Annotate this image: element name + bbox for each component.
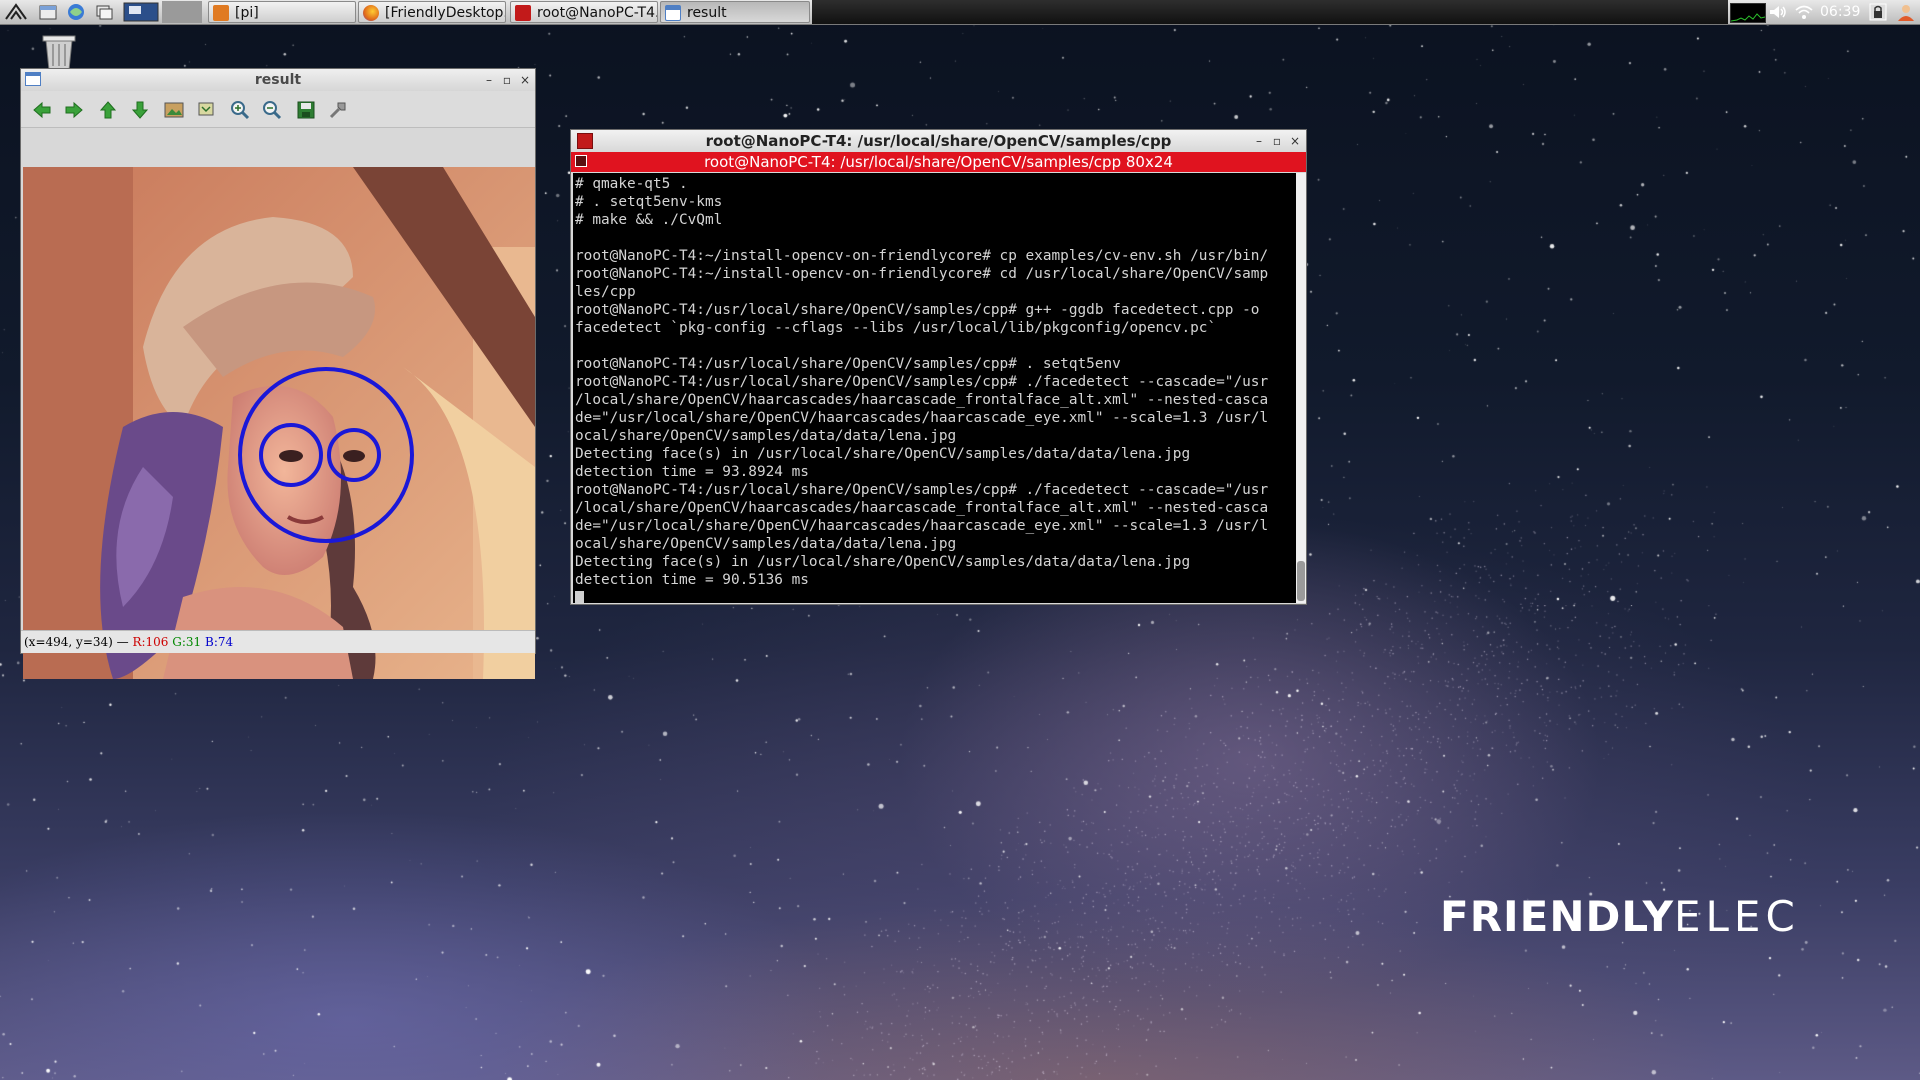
terminal-window[interactable]: root@NanoPC-T4: /usr/local/share/OpenCV/… — [570, 129, 1307, 605]
show-desktop-icon[interactable] — [90, 1, 118, 23]
wifi-icon[interactable] — [1792, 0, 1816, 24]
terminal-tab[interactable]: root@NanoPC-T4: /usr/local/share/OpenCV/… — [571, 152, 1306, 172]
terminal-line: # qmake-qt5 . — [575, 176, 688, 192]
terminal-output[interactable]: # qmake-qt5 . # . setqt5env-kms # make && … — [573, 173, 1296, 603]
workspace-2[interactable] — [162, 1, 202, 23]
minimize-button[interactable]: – — [1251, 133, 1267, 149]
task-label: [FriendlyDesktop... — [385, 5, 506, 21]
pixel-coords: (x=494, y=34) — — [24, 635, 133, 649]
terminal-tab-label: root@NanoPC-T4: /usr/local/share/OpenCV/… — [704, 153, 1173, 171]
cpu-monitor[interactable] — [1730, 3, 1766, 23]
clock[interactable]: 06:39 — [1820, 0, 1860, 24]
terminal-line: facedetect `pkg-config --cflags --libs /… — [575, 320, 1217, 336]
task-label: [pi] — [235, 5, 259, 21]
task-label: root@NanoPC-T4... — [537, 5, 658, 21]
pixel-status-bar: (x=494, y=34) — R:106 G:31 B:74 — [21, 630, 535, 653]
terminal-line: ocal/share/OpenCV/samples/data/data/lena… — [575, 428, 957, 444]
image-toolbar — [21, 91, 535, 128]
terminal-line: detection time = 93.8924 ms — [575, 464, 809, 480]
forward-arrow-icon[interactable] — [63, 99, 85, 121]
menu-icon[interactable] — [2, 1, 30, 23]
terminal-titlebar[interactable]: root@NanoPC-T4: /usr/local/share/OpenCV/… — [571, 130, 1306, 152]
firefox-icon — [363, 5, 379, 21]
pixel-r-value: R:106 — [132, 635, 169, 649]
result-titlebar[interactable]: result – ▫ × — [21, 69, 535, 91]
terminal-line: les/cpp — [575, 284, 636, 300]
properties-icon[interactable] — [327, 99, 349, 121]
folder-icon — [213, 5, 229, 21]
terminal-line: de="/usr/local/share/OpenCV/haarcascades… — [575, 518, 1269, 534]
close-button[interactable]: × — [517, 72, 533, 88]
terminal-line: root@NanoPC-T4:~/install-opencv-on-frien… — [575, 248, 1269, 264]
close-button[interactable]: × — [1287, 133, 1303, 149]
up-arrow-icon[interactable] — [97, 99, 119, 121]
terminal-line: root@NanoPC-T4:~/install-opencv-on-frien… — [575, 266, 1269, 282]
task-terminal[interactable]: root@NanoPC-T4... — [510, 1, 658, 23]
scrollbar-thumb[interactable] — [1297, 561, 1305, 601]
zoom-out-icon[interactable] — [261, 99, 283, 121]
zoom-fit-icon[interactable] — [195, 99, 217, 121]
terminal-line: de="/usr/local/share/OpenCV/haarcascades… — [575, 410, 1269, 426]
terminal-line: detection time = 90.5136 ms — [575, 572, 809, 588]
image-icon[interactable] — [163, 99, 185, 121]
volume-icon[interactable] — [1766, 0, 1790, 24]
save-icon[interactable] — [295, 99, 317, 121]
pixel-g-value: G:31 — [172, 635, 202, 649]
terminal-line: Detecting face(s) in /usr/local/share/Op… — [575, 554, 1191, 570]
taskbar-spacer — [812, 0, 1728, 24]
terminal-scrollbar[interactable] — [1296, 173, 1306, 603]
window-title: result — [254, 72, 302, 88]
terminal-line: root@NanoPC-T4:/usr/local/share/OpenCV/s… — [575, 356, 1121, 372]
detection-image[interactable] — [23, 167, 535, 679]
terminal-line: Detecting face(s) in /usr/local/share/Op… — [575, 446, 1191, 462]
window-icon — [665, 5, 681, 21]
terminal-line: /local/share/OpenCV/haarcascades/haarcas… — [575, 500, 1269, 516]
terminal-line: root@NanoPC-T4:/usr/local/share/OpenCV/s… — [575, 302, 1260, 318]
terminal-line: root@NanoPC-T4:/usr/local/share/OpenCV/s… — [575, 482, 1269, 498]
result-window[interactable]: result – ▫ × (x=494, y=34) — R:106 G:31 … — [20, 68, 536, 679]
terminal-line: root@NanoPC-T4:/usr/local/share/OpenCV/s… — [575, 374, 1269, 390]
task-file-manager[interactable]: [pi] — [208, 1, 356, 23]
browser-icon[interactable] — [62, 1, 90, 23]
terminal-icon — [515, 5, 531, 21]
pixel-b-value: B:74 — [205, 635, 234, 649]
taskbar: [pi] [FriendlyDesktop... root@NanoPC-T4.… — [0, 0, 1920, 25]
terminal-line: /local/share/OpenCV/haarcascades/haarcas… — [575, 392, 1269, 408]
logo-part-1: FRIENDLY — [1440, 892, 1674, 941]
terminal-line: # make && ./CvQml — [575, 212, 723, 228]
lock-screen-icon[interactable] — [1866, 0, 1890, 24]
maximize-button[interactable]: ▫ — [499, 72, 515, 88]
user-icon[interactable] — [1894, 0, 1918, 24]
workspace-switcher[interactable] — [122, 1, 160, 23]
terminal-line: # . setqt5env-kms — [575, 194, 723, 210]
friendlyelec-logo: FRIENDLYELEC — [1440, 892, 1800, 941]
logo-part-2: ELEC — [1674, 892, 1800, 941]
zoom-in-icon[interactable] — [229, 99, 251, 121]
task-result[interactable]: result — [660, 1, 810, 23]
terminal-cursor — [575, 591, 584, 603]
terminal-title: root@NanoPC-T4: /usr/local/share/OpenCV/… — [705, 132, 1172, 150]
maximize-button[interactable]: ▫ — [1269, 133, 1285, 149]
minimize-button[interactable]: – — [481, 72, 497, 88]
terminal-tab-icon — [575, 155, 587, 167]
trash-icon[interactable] — [40, 32, 78, 72]
down-arrow-icon[interactable] — [129, 99, 151, 121]
terminal-line: ocal/share/OpenCV/samples/data/data/lena… — [575, 536, 957, 552]
file-manager-icon[interactable] — [34, 1, 62, 23]
back-arrow-icon[interactable] — [31, 99, 53, 121]
task-browser[interactable]: [FriendlyDesktop... — [358, 1, 506, 23]
task-label: result — [687, 5, 727, 21]
